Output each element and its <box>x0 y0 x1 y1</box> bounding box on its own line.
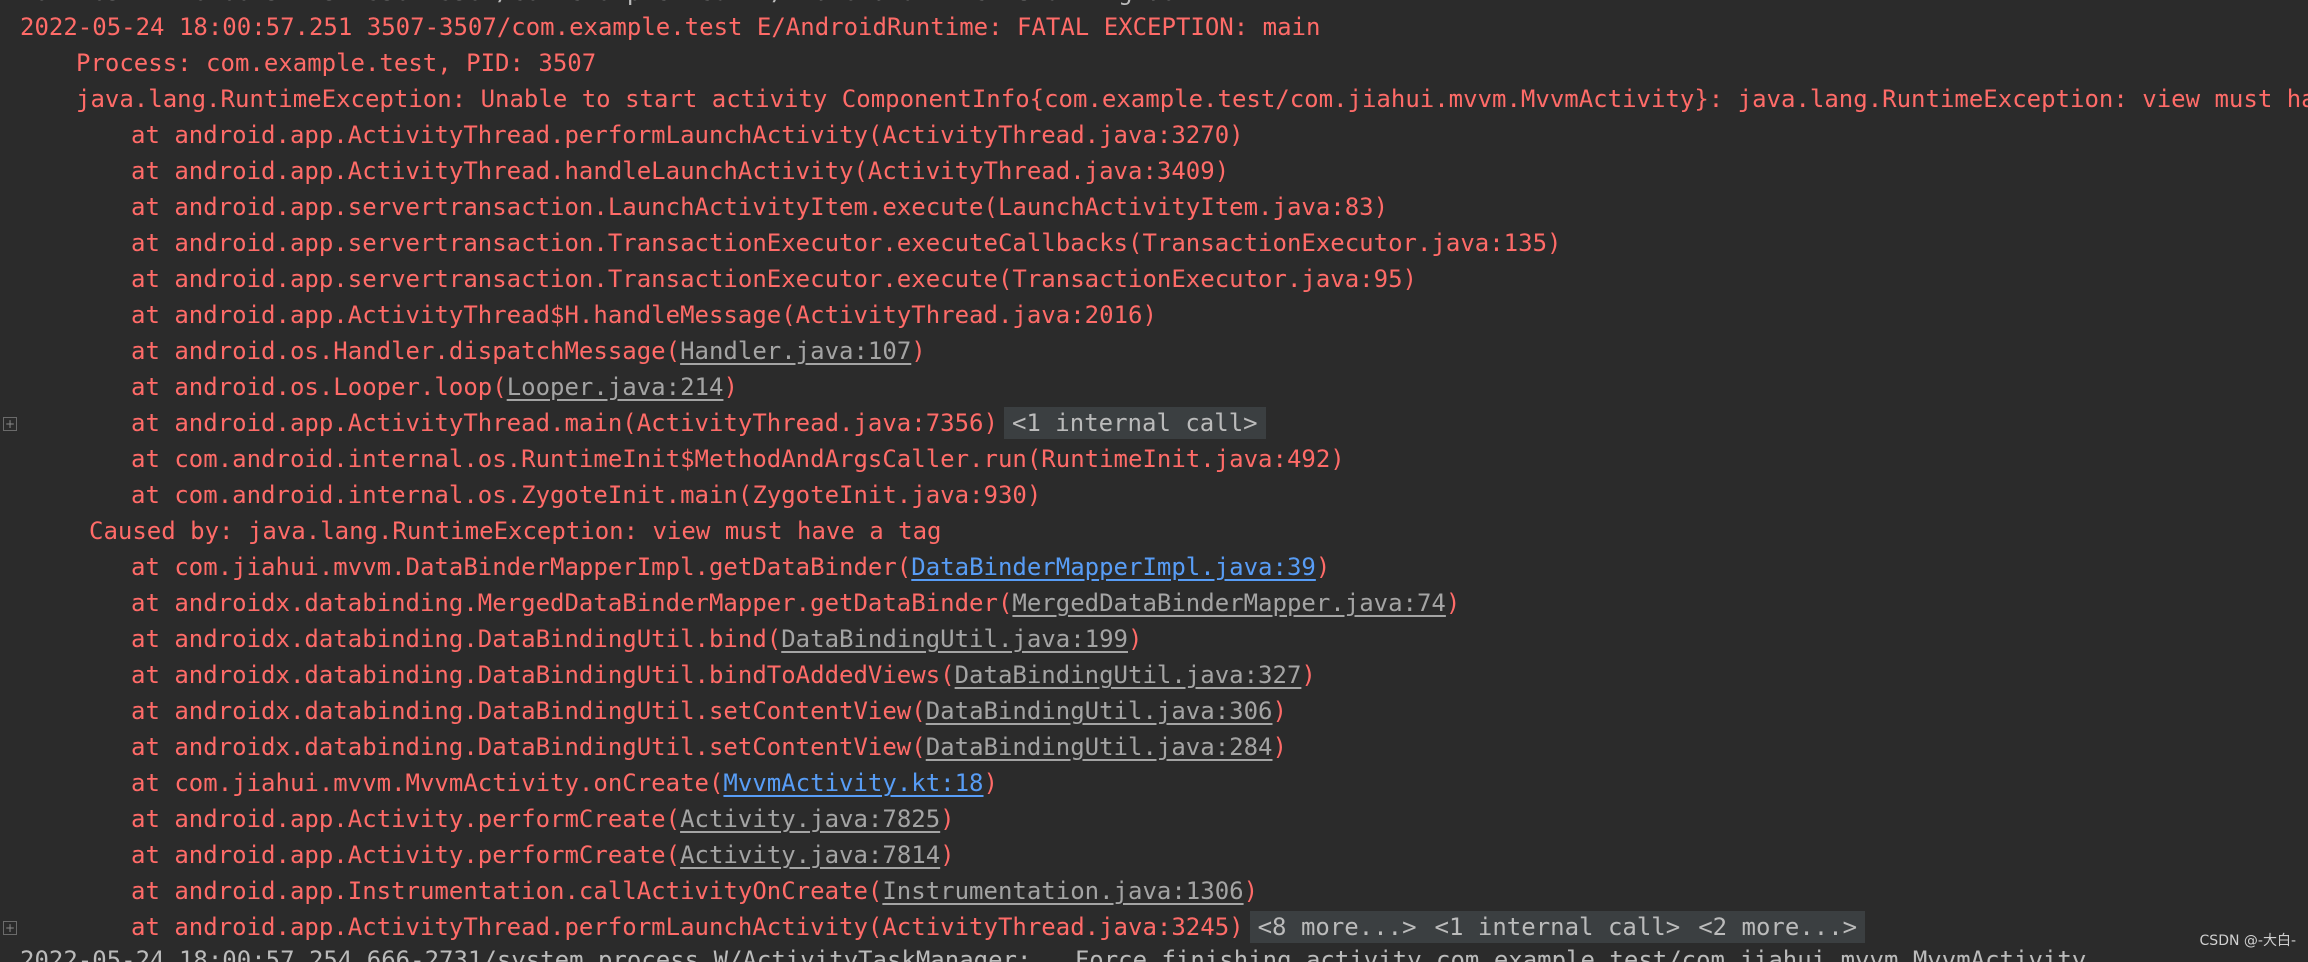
stack-frame-suffix: ) <box>1315 553 1331 581</box>
stack-frame-line: at android.os.Handler.dispatchMessage(Ha… <box>0 333 926 369</box>
source-file-link[interactable]: MvvmActivity.kt:18 <box>723 769 983 797</box>
source-file-link[interactable]: DataBindingUtil.java:306 <box>926 697 1273 725</box>
stack-frame-method: at androidx.databinding.DataBindingUtil.… <box>131 697 926 725</box>
stack-frame-suffix: ) <box>723 373 738 401</box>
stack-frame-method: at com.jiahui.mvvm.DataBinderMapperImpl.… <box>131 553 912 581</box>
stack-frame-line: at android.app.Activity.performCreate(Ac… <box>0 837 955 873</box>
stack-frame-text: at android.app.ActivityThread.handleLaun… <box>131 157 1230 185</box>
stack-frame-suffix: ) <box>911 337 926 365</box>
source-file-link[interactable]: DataBinderMapperImpl.java:39 <box>911 553 1316 581</box>
stack-frame-line: at android.app.ActivityThread.main(Activ… <box>0 405 1266 441</box>
source-file-link[interactable]: Handler.java:107 <box>680 337 911 365</box>
stack-frame-line: at android.app.Instrumentation.callActiv… <box>0 873 1258 909</box>
stack-frame-suffix: ) <box>1272 733 1287 761</box>
stack-frame-suffix: ) <box>940 841 955 869</box>
source-file-link[interactable]: MergedDataBinderMapper.java:74 <box>1012 589 1445 617</box>
source-file-link[interactable]: Activity.java:7825 <box>680 805 940 833</box>
stack-frame-line: at android.app.Activity.performCreate(Ac… <box>0 801 955 837</box>
stack-frame-text: at com.android.internal.os.ZygoteInit.ma… <box>131 481 1042 509</box>
stack-frame-method: at androidx.databinding.DataBindingUtil.… <box>131 733 926 761</box>
stack-frame-line: at android.app.ActivityThread.handleLaun… <box>0 153 1229 189</box>
stack-frame-text: at android.app.servertransaction.LaunchA… <box>131 193 1389 221</box>
caused-by-line: Caused by: java.lang.RuntimeException: v… <box>89 517 942 545</box>
watermark: CSDN @-大白- <box>2199 933 2296 949</box>
stack-frame-suffix: ) <box>940 805 955 833</box>
source-file-link[interactable]: DataBindingUtil.java:199 <box>781 625 1128 653</box>
stack-frame-line: at android.app.ActivityThread.performLau… <box>0 117 1244 153</box>
stack-frame-line: at android.app.ActivityThread.performLau… <box>0 909 1866 945</box>
stack-frame-suffix: ) <box>1243 877 1259 905</box>
stack-frame-line: at android.app.ActivityThread$H.handleMe… <box>0 297 1157 333</box>
source-file-link[interactable]: Instrumentation.java:1306 <box>882 877 1243 905</box>
source-file-link[interactable]: Activity.java:7814 <box>680 841 940 869</box>
stack-frame-line: at android.app.servertransaction.Transac… <box>0 261 1417 297</box>
source-file-link[interactable]: Looper.java:214 <box>507 373 724 401</box>
stack-frame-line: at com.android.internal.os.RuntimeInit$M… <box>0 441 1345 477</box>
stack-frame-method: at android.app.Activity.performCreate( <box>131 805 681 833</box>
source-file-link[interactable]: DataBindingUtil.java:327 <box>955 661 1302 689</box>
stack-frame-method: at androidx.databinding.MergedDataBinder… <box>131 589 1013 617</box>
stack-frame-method: at androidx.databinding.DataBindingUtil.… <box>131 625 782 653</box>
folded-frames-badge[interactable]: <1 internal call> <box>1424 911 1689 943</box>
stack-frame-line: at com.android.internal.os.ZygoteInit.ma… <box>0 477 1041 513</box>
stack-frame-line: at androidx.databinding.DataBindingUtil.… <box>0 693 1287 729</box>
stack-frame-suffix: ) <box>1301 661 1316 689</box>
stack-frame-line: at com.jiahui.mvvm.MvvmActivity.onCreate… <box>0 765 998 801</box>
stack-frame-suffix: ) <box>1272 697 1287 725</box>
stack-frame-line: at com.jiahui.mvvm.DataBinderMapperImpl.… <box>0 549 1330 585</box>
stack-frame-line: at androidx.databinding.DataBindingUtil.… <box>0 729 1287 765</box>
folded-frames-badge[interactable]: <8 more...> <box>1249 911 1425 943</box>
source-file-link[interactable]: DataBindingUtil.java:284 <box>926 733 1273 761</box>
stack-frame-method: at android.app.Instrumentation.callActiv… <box>131 877 883 905</box>
stack-frame-text: at com.android.internal.os.RuntimeInit$M… <box>131 445 1345 473</box>
stack-frame-method: at com.jiahui.mvvm.MvvmActivity.onCreate… <box>131 769 724 797</box>
stack-frame-line: at androidx.databinding.MergedDataBinder… <box>0 585 1460 621</box>
stack-frame-line: at android.os.Looper.loop(Looper.java:21… <box>0 369 738 405</box>
stack-frame-line: at android.app.servertransaction.Transac… <box>0 225 1561 261</box>
stack-frame-method: at android.app.Activity.performCreate( <box>131 841 681 869</box>
stack-frame-method: at android.os.Looper.loop( <box>131 373 507 401</box>
process-line: Process: com.example.test, PID: 3507 <box>76 49 597 77</box>
folded-frames-badge[interactable]: <2 more...> <box>1688 911 1866 943</box>
stack-frame-method: at android.os.Handler.dispatchMessage( <box>131 337 681 365</box>
stack-frame-text: at android.app.servertransaction.Transac… <box>131 265 1417 293</box>
stack-frame-line: at androidx.databinding.DataBindingUtil.… <box>0 657 1316 693</box>
stack-frame-line: at android.app.servertransaction.LaunchA… <box>0 189 1388 225</box>
stack-frame-text: at android.app.ActivityThread$H.handleMe… <box>131 301 1157 329</box>
stack-frame-text: at android.app.servertransaction.Transac… <box>131 229 1562 257</box>
stack-frame-line: at androidx.databinding.DataBindingUtil.… <box>0 621 1142 657</box>
folded-frames-badge[interactable]: <1 internal call> <box>1003 407 1266 439</box>
logcat-console[interactable]: 2022-05-24 18:00:57.251 3507-3507/com.ex… <box>0 0 2308 962</box>
log-line-partial-bottom: 2022-05-24 18:00:57.254 666-2731/system_… <box>20 946 2087 962</box>
stack-frame-suffix: ) <box>1128 625 1143 653</box>
log-header-line: 2022-05-24 18:00:57.251 3507-3507/com.ex… <box>20 13 1321 41</box>
stack-frame-suffix: ) <box>983 769 998 797</box>
exception-line: java.lang.RuntimeException: Unable to st… <box>76 85 2308 113</box>
stack-frame-method: at androidx.databinding.DataBindingUtil.… <box>131 661 955 689</box>
stack-frame-text: at android.app.ActivityThread.main(Activ… <box>131 409 998 437</box>
stack-frame-text: at android.app.ActivityThread.performLau… <box>131 913 1244 941</box>
stack-frame-suffix: ) <box>1445 589 1461 617</box>
stack-frame-text: at android.app.ActivityThread.performLau… <box>131 121 1244 149</box>
